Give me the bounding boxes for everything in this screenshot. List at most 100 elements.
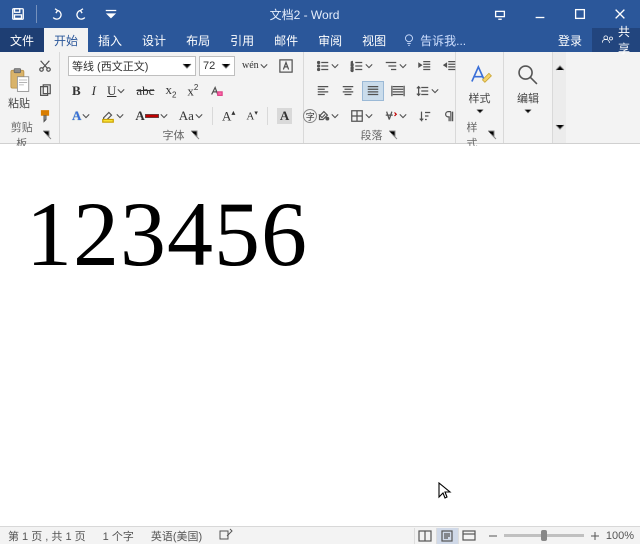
zoom-slider[interactable] [504,534,584,537]
login-button[interactable]: 登录 [548,28,592,52]
chevron-down-icon [117,84,125,98]
tab-mailings[interactable]: 邮件 [264,28,308,52]
change-case-button[interactable]: Aa [175,106,207,126]
styles-button[interactable]: 样式 [462,55,497,123]
group-styles-label: 样式 [462,127,497,143]
share-button[interactable]: 共享 [592,28,640,52]
copy-button[interactable] [34,81,56,101]
view-web-layout-icon[interactable] [458,528,480,544]
bullets-button[interactable] [312,56,343,76]
tell-me-search[interactable]: 告诉我... [396,28,548,52]
tab-file[interactable]: 文件 [0,28,44,52]
multilevel-list-icon [384,59,398,73]
phonetic-guide-button[interactable]: wén [238,56,272,76]
qat-customize-icon[interactable] [99,2,123,26]
tab-design[interactable]: 设计 [132,28,176,52]
asian-layout-button[interactable] [380,106,411,126]
subscript-button[interactable]: x2 [161,81,180,101]
italic-button[interactable]: I [88,81,100,101]
group-paragraph-label: 段落 [310,127,449,143]
zoom-control: 100% [480,529,640,543]
clear-formatting-button[interactable] [205,81,227,101]
copy-icon [38,84,52,98]
multilevel-list-button[interactable] [380,56,411,76]
group-styles: 样式 样式 [456,52,504,143]
bullet-list-icon [316,59,330,73]
mouse-cursor-icon [438,482,452,503]
zoom-in-button[interactable] [588,529,602,543]
strikethrough-button[interactable]: abc [132,81,158,101]
borders-button[interactable] [346,106,377,126]
zoom-value[interactable]: 100% [606,530,634,542]
paste-label: 粘贴 [8,95,30,111]
shrink-font-button[interactable]: A▾ [242,106,261,126]
highlight-button[interactable] [97,106,128,126]
find-icon [515,62,541,88]
font-size-combo[interactable]: 72 [199,56,235,76]
decrease-indent-button[interactable] [414,56,436,76]
font-launcher-icon[interactable] [189,129,201,141]
ribbon-scroll-up-icon[interactable] [554,56,566,80]
status-track-changes-icon[interactable] [211,528,242,543]
tab-review[interactable]: 审阅 [308,28,352,52]
sort-button[interactable] [414,106,436,126]
bold-button[interactable]: B [68,81,85,101]
document-area: 123456 [0,148,640,526]
view-print-layout-icon[interactable] [436,528,458,544]
tab-view[interactable]: 视图 [352,28,396,52]
group-clipboard-label: 剪贴板 [6,127,53,143]
styles-icon [467,62,493,88]
chevron-down-icon [182,61,192,71]
character-border-button[interactable] [275,56,297,76]
numbering-button[interactable]: 123 [346,56,377,76]
paragraph-launcher-icon[interactable] [387,129,399,141]
editing-button[interactable]: 编辑 [510,55,546,123]
distributed-button[interactable] [387,81,409,101]
chevron-down-icon [399,59,407,73]
maximize-button[interactable] [560,0,600,28]
grow-font-button[interactable]: A▴ [218,106,239,126]
superscript-button[interactable]: x2 [183,81,202,101]
minimize-button[interactable] [520,0,560,28]
view-read-mode-icon[interactable] [414,528,436,544]
tab-home[interactable]: 开始 [44,28,88,52]
window-title: 文档2 - Word [129,6,480,23]
status-language[interactable]: 英语(美国) [143,528,211,544]
document-text[interactable]: 123456 [26,188,308,280]
save-icon[interactable] [6,2,30,26]
styles-launcher-icon[interactable] [486,129,497,141]
status-page[interactable]: 第 1 页 , 共 1 页 [0,528,95,544]
shading-button[interactable] [312,106,343,126]
tab-layout[interactable]: 布局 [176,28,220,52]
tab-references[interactable]: 引用 [220,28,264,52]
paintbrush-icon [38,109,52,123]
font-name-combo[interactable]: 等线 (西文正文) [68,56,196,76]
align-center-button[interactable] [337,81,359,101]
align-justify-button[interactable] [362,81,384,101]
redo-button[interactable] [71,2,95,26]
separator [267,107,268,125]
chevron-down-icon [195,109,203,123]
underline-button[interactable]: U [103,81,129,101]
collapse-ribbon-icon[interactable] [554,115,566,139]
line-spacing-button[interactable] [412,81,443,101]
chevron-down-icon [221,61,231,71]
tab-insert[interactable]: 插入 [88,28,132,52]
status-word-count[interactable]: 1 个字 [95,528,143,544]
undo-button[interactable] [43,2,67,26]
group-font-label: 字体 [66,127,297,143]
page[interactable]: 123456 [20,148,632,526]
ribbon-display-options-icon[interactable] [480,0,520,28]
cut-button[interactable] [34,56,56,76]
align-left-button[interactable] [312,81,334,101]
share-label: 共享 [618,23,630,57]
clipboard-launcher-icon[interactable] [42,129,53,141]
font-color-button[interactable]: A [131,106,171,126]
zoom-out-button[interactable] [486,529,500,543]
text-effects-button[interactable]: A [68,106,94,126]
clipboard-icon [6,67,32,93]
indent-increase-icon [443,59,457,73]
paste-button[interactable]: 粘贴 [6,55,32,123]
chevron-down-icon [82,109,90,123]
character-shading-button[interactable]: A [273,106,296,126]
